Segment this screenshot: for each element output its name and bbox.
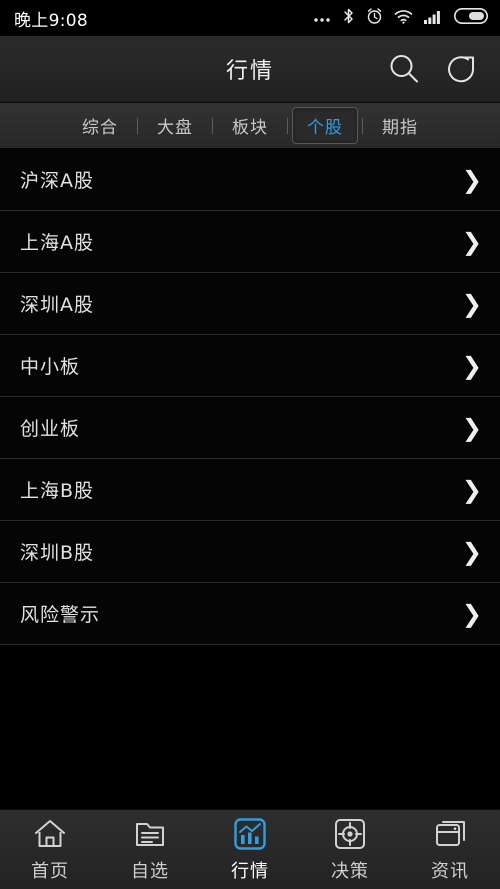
tab-zonghe[interactable]: 综合 (67, 107, 133, 144)
nav-item-home[interactable]: 首页 (0, 810, 100, 889)
category-tabbar: 综合 大盘 板块 个股 期指 (0, 103, 500, 149)
news-window-icon (434, 817, 467, 851)
cellular-signal-icon (424, 9, 443, 28)
list-item[interactable]: 上海A股 ❯ (0, 211, 500, 273)
target-icon (334, 817, 366, 851)
status-icon-group (313, 7, 489, 29)
wifi-icon (394, 9, 413, 28)
chevron-right-icon: ❯ (461, 289, 482, 318)
list-item-label: 上海A股 (20, 232, 94, 254)
nav-item-news[interactable]: 资讯 (400, 810, 500, 889)
nav-item-watchlist[interactable]: 自选 (100, 810, 200, 889)
search-icon[interactable] (386, 51, 422, 87)
status-time: 晚上9:08 (14, 10, 88, 31)
list-item-label: 中小板 (20, 356, 81, 378)
tab-gegu[interactable]: 个股 (292, 107, 358, 144)
list-item[interactable]: 中小板 ❯ (0, 335, 500, 397)
chevron-right-icon: ❯ (461, 227, 482, 256)
market-category-list: 沪深A股 ❯ 上海A股 ❯ 深圳A股 ❯ 中小板 ❯ 创业板 ❯ 上海B股 ❯ … (0, 149, 500, 645)
battery-icon (454, 8, 489, 28)
nav-item-market[interactable]: 行情 (200, 810, 300, 889)
app-header: 行情 (0, 36, 500, 103)
list-item-label: 深圳B股 (20, 542, 95, 564)
list-item-label: 深圳A股 (20, 294, 94, 316)
more-icon (313, 9, 331, 28)
nav-label-news: 资讯 (431, 860, 469, 882)
chevron-right-icon: ❯ (461, 165, 482, 194)
tab-separator (287, 117, 288, 134)
chart-icon (234, 817, 266, 851)
list-item[interactable]: 上海B股 ❯ (0, 459, 500, 521)
nav-label-market: 行情 (231, 860, 269, 882)
bottom-navigation: 首页 自选 行情 决策 资讯 (0, 809, 500, 889)
nav-label-decision: 决策 (331, 860, 369, 882)
list-item[interactable]: 深圳B股 ❯ (0, 521, 500, 583)
tab-qizhi[interactable]: 期指 (367, 107, 433, 144)
list-item[interactable]: 沪深A股 ❯ (0, 149, 500, 211)
list-item-label: 上海B股 (20, 480, 95, 502)
list-item[interactable]: 深圳A股 ❯ (0, 273, 500, 335)
tab-dapan[interactable]: 大盘 (142, 107, 208, 144)
chevron-right-icon: ❯ (461, 537, 482, 566)
tab-separator (362, 117, 363, 134)
list-item[interactable]: 风险警示 ❯ (0, 583, 500, 645)
tab-separator (212, 117, 213, 134)
alarm-clock-icon (366, 7, 383, 29)
nav-item-decision[interactable]: 决策 (300, 810, 400, 889)
list-item[interactable]: 创业板 ❯ (0, 397, 500, 459)
list-item-label: 沪深A股 (20, 170, 94, 192)
chevron-right-icon: ❯ (461, 475, 482, 504)
nav-label-home: 首页 (31, 860, 69, 882)
list-item-label: 创业板 (20, 418, 81, 440)
nav-label-watchlist: 自选 (131, 860, 169, 882)
refresh-icon[interactable] (442, 50, 480, 88)
status-bar: 晚上9:08 (0, 0, 500, 36)
tab-bankuai[interactable]: 板块 (217, 107, 283, 144)
chevron-right-icon: ❯ (461, 351, 482, 380)
chevron-right-icon: ❯ (461, 413, 482, 442)
chevron-right-icon: ❯ (461, 599, 482, 628)
home-icon (33, 817, 67, 851)
bluetooth-icon (342, 7, 355, 29)
header-actions (386, 50, 500, 88)
tab-separator (137, 117, 138, 134)
document-list-icon (134, 817, 166, 851)
list-item-label: 风险警示 (20, 604, 101, 626)
